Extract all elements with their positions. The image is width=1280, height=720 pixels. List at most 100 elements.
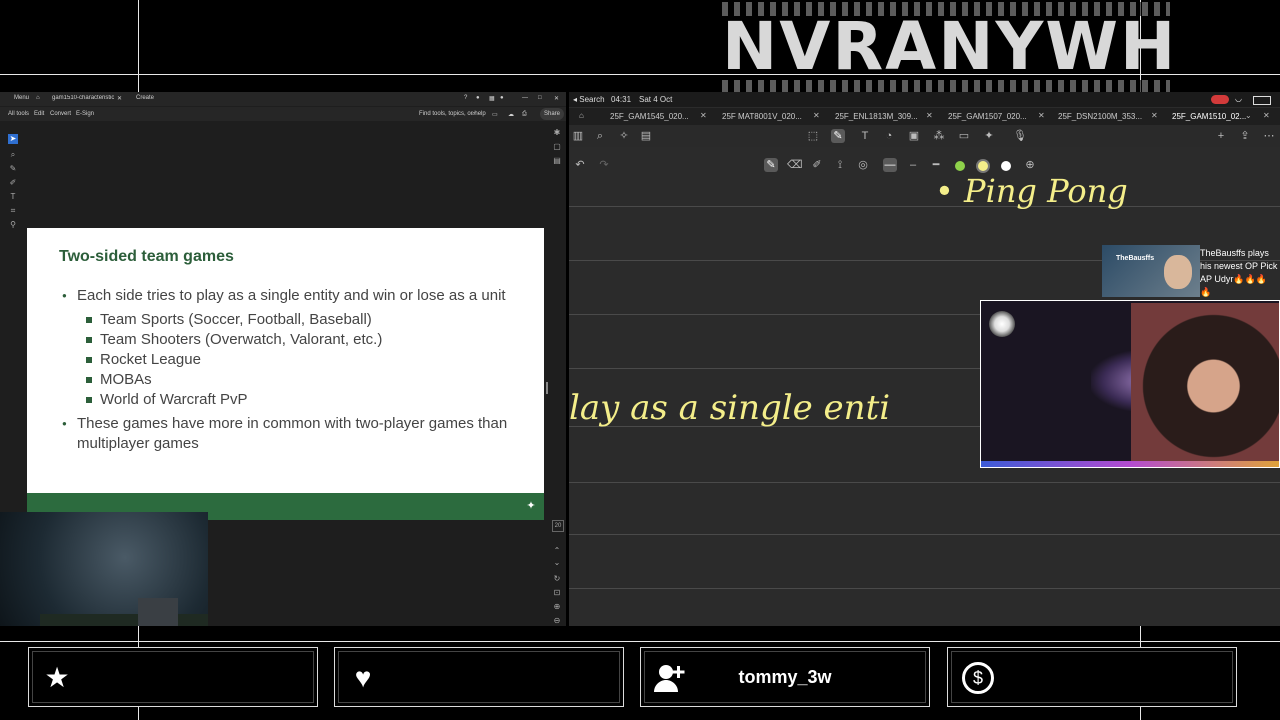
laser-icon[interactable]: ◎ [856,158,870,172]
menu-all-tools[interactable]: All tools [8,111,29,117]
pages-icon[interactable]: ▤ [639,129,653,143]
highlight-icon[interactable]: ✎ [8,164,18,174]
clock: 04:31 [611,95,632,104]
text-icon[interactable]: T [8,192,18,202]
notes-tab-bar: ⌂ 25F_GAM1545_020... ✕ 25F MAT8001V_020.… [569,108,1280,125]
pen-mode-icon[interactable]: ✎ [831,129,845,143]
back-search-link[interactable]: ◂ Search [573,95,605,104]
game-facecam-thumbnail [138,598,178,626]
rotate-icon[interactable]: ↻ [552,574,562,584]
home-icon[interactable]: ⌂ [579,111,584,120]
microphone-icon[interactable]: 🎙 [1013,129,1027,143]
note-tab[interactable]: 25F_GAM1545_020... [610,112,689,121]
note-tab[interactable]: 25F_GAM1507_020... [948,112,1027,121]
more-icon[interactable]: ⋯ [1262,129,1276,143]
close-tab-icon[interactable]: ✕ [926,111,933,120]
minimize-button[interactable]: — [522,95,528,101]
page-up-icon[interactable]: ⌃ [552,546,562,556]
tool-search-input[interactable]: Find tools, topics, or help [419,111,486,117]
overlay-line-bottom [0,641,1280,642]
close-tab-icon[interactable]: ✕ [1263,111,1270,120]
latest-follower-panel[interactable]: tommy_3w [640,647,930,707]
page-down-icon[interactable]: ⌄ [552,558,562,568]
select-mode-icon[interactable]: ⬚ [806,129,820,143]
image-icon[interactable]: ▣ [907,129,921,143]
thin-stroke-option[interactable]: — [883,158,897,172]
note-tab-active[interactable]: 25F_GAM1510_02... [1172,112,1246,121]
close-button[interactable]: ✕ [554,95,559,102]
draw-icon[interactable]: ✐ [8,178,18,188]
save-icon[interactable]: ▭ [492,111,498,118]
fit-icon[interactable]: ⊡ [552,588,562,598]
undo-icon[interactable]: ↶ [573,158,587,172]
apps-icon[interactable]: ▦ [489,95,495,102]
home-icon[interactable]: ⌂ [36,95,40,101]
search-icon[interactable]: ⌕ [593,129,607,143]
add-user-icon [653,662,685,694]
streamer-face-thumbnail [1164,255,1192,289]
zoom-icon[interactable]: ⌕ [8,150,18,160]
bell-icon[interactable]: ● [476,95,480,101]
text-mode-icon[interactable]: T [858,129,872,143]
tab-menu-chevron-icon[interactable]: ⌄ [1245,111,1252,120]
redo-icon[interactable]: ↷ [597,158,611,172]
eraser-icon[interactable]: ⌫ [787,158,803,172]
medium-stroke-option[interactable]: – [906,158,920,172]
search-icon[interactable]: ⌕ [472,111,475,118]
crop-icon[interactable]: ⌗ [8,206,18,216]
stamp-icon[interactable]: ⚲ [8,220,18,230]
menu-button[interactable]: Menu [14,95,29,101]
sidebar-icon[interactable]: ▥ [571,129,585,143]
cloud-icon[interactable]: ☁ [508,111,514,118]
stickers-icon[interactable]: ⁂ [932,129,946,143]
shapes-icon[interactable]: ◔ [882,129,896,143]
note-tab[interactable]: 25F_DSN2100M_353... [1058,112,1142,121]
close-tab-icon[interactable]: ✕ [813,111,820,120]
menu-edit[interactable]: Edit [34,111,44,117]
add-color-icon[interactable]: ⊕ [1023,158,1037,172]
zoom-out-icon[interactable]: ⊖ [552,616,562,626]
share-button[interactable]: Share [540,108,565,120]
thick-stroke-option[interactable]: ━ [929,158,943,172]
zoom-in-icon[interactable]: ⊕ [552,602,562,612]
menu-esign[interactable]: E-Sign [76,111,94,117]
close-tab-icon[interactable]: ✕ [700,111,707,120]
help-icon[interactable]: ? [464,95,467,101]
close-tab-icon[interactable]: ✕ [117,95,122,102]
create-button[interactable]: Create [136,95,154,101]
scroll-indicator[interactable] [546,382,548,394]
highlighter-icon[interactable]: ✐ [810,158,824,172]
handwriting-line: lay as a single enti [569,388,891,428]
lasso-icon[interactable]: ⟟ [833,158,847,172]
slide-title: Two-sided team games [59,248,234,265]
like-panel[interactable]: ♥ [334,647,624,707]
maximize-button[interactable]: □ [538,95,542,101]
favorite-icon[interactable]: ✧ [617,129,631,143]
close-tab-icon[interactable]: ✕ [1151,111,1158,120]
ipad-status-bar: ◂ Search 04:31 Sat 4 Oct ◡ [569,92,1280,107]
pen-tool-icon[interactable]: ✎ [764,158,778,172]
pages-icon[interactable]: ▤ [552,156,562,166]
comment-icon[interactable]: ✱ [552,128,562,138]
follow-panel[interactable]: ★ [28,647,318,707]
bullet-item: These games have more in common with two… [59,414,529,454]
close-tab-icon[interactable]: ✕ [1038,111,1045,120]
yellow-color-swatch[interactable] [978,161,988,171]
select-icon[interactable]: ➤ [8,134,18,144]
notes-icon[interactable]: ▭ [957,129,971,143]
note-tab[interactable]: 25F_ENL1813M_309... [835,112,918,121]
avatar[interactable]: ● [500,95,504,101]
heart-icon: ♥ [354,662,372,693]
add-page-icon[interactable]: + [1214,129,1228,143]
green-color-swatch[interactable] [955,161,965,171]
share-icon[interactable]: ⇪ [1238,129,1252,143]
note-tab[interactable]: 25F MAT8001V_020... [722,112,802,121]
bookmark-icon[interactable]: ▢ [552,142,562,152]
print-icon[interactable]: ⎙ [522,111,527,118]
donate-panel[interactable]: $ [947,647,1237,707]
white-color-swatch[interactable] [1001,161,1011,171]
lamp [989,311,1015,337]
menu-convert[interactable]: Convert [50,111,71,117]
document-tab[interactable]: gam1510-characteristic... [52,95,114,101]
pointer-icon[interactable]: ✦ [982,129,996,143]
